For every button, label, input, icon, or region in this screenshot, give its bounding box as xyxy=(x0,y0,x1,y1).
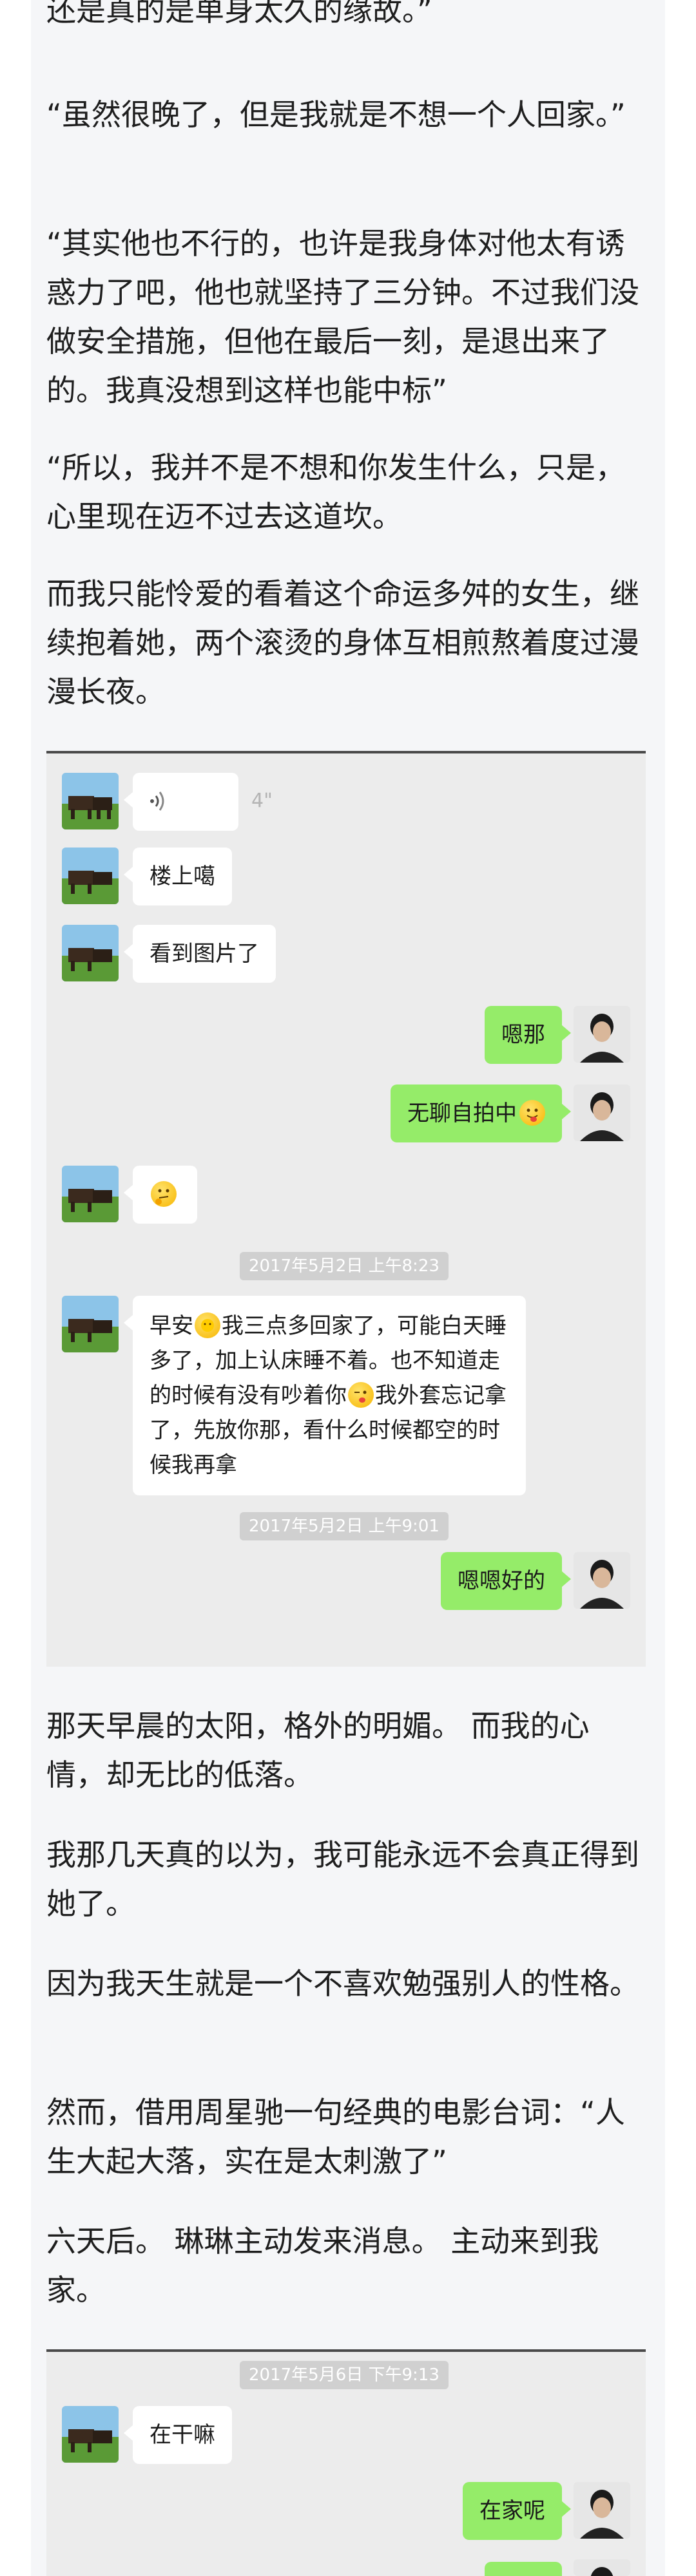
paragraph: “其实他也不行的，也许是我身体对他太有诱惑力了吧，他也就坚持了三分钟。不过我们没… xyxy=(46,226,639,408)
message-bubble-incoming[interactable]: 楼上噶 xyxy=(124,848,232,905)
voice-wave-icon xyxy=(150,791,164,811)
voice-duration: 4" xyxy=(251,790,273,812)
avatar-female[interactable] xyxy=(62,925,119,981)
landscape-avatar-icon xyxy=(62,925,119,981)
thinking-face-emoji xyxy=(151,1181,177,1207)
paragraph: “虽然很晚了，但是我就是不想一个人回家。” xyxy=(46,97,626,132)
message-bubble-outgoing[interactable]: 嗯嗯好的 xyxy=(441,1552,571,1610)
person-avatar-icon xyxy=(574,1552,630,1609)
landscape-avatar-icon xyxy=(62,773,119,829)
paragraph: 那天早晨的太阳，格外的明媚。 而我的心情，却无比的低落。 xyxy=(46,1709,590,1792)
avatar-male[interactable] xyxy=(574,2482,630,2539)
tongue-face-emoji xyxy=(519,1100,545,1126)
avatar-male[interactable] xyxy=(574,1552,630,1609)
avatar-female[interactable] xyxy=(62,848,119,904)
paragraph: 而我只能怜爱的看着这个命运多舛的女生，继续抱着她，两个滚烫的身体互相煎熬着度过漫… xyxy=(46,576,639,709)
paragraph: 我那几天真的以为，我可能永远不会真正得到她了。 xyxy=(46,1837,639,1921)
landscape-avatar-icon xyxy=(62,1296,119,1352)
paragraph: 还是真的是单身太久的缘故。” xyxy=(46,0,432,28)
chat-top-divider xyxy=(46,2349,646,2352)
person-avatar-icon xyxy=(574,1084,630,1141)
chat-screenshot: 4" 楼上噶 看到图片了 嗯那 无聊自拍中 2017年5月2日 上午8:23 早… xyxy=(46,751,646,1667)
message-text: 早安 xyxy=(150,1313,193,1339)
avatar-female[interactable] xyxy=(62,2406,119,2463)
message-bubble-incoming-long[interactable]: 早安 我三点多回家了，可能白天睡多了，加上认床睡不着。也不知道走的时候有没有吵着你… xyxy=(124,1296,526,1495)
person-avatar-icon xyxy=(574,2559,630,2576)
paragraph: 六天后。 琳琳主动发来消息。 主动来到我家。 xyxy=(46,2224,599,2307)
paragraph: 然而，借用周星驰一句经典的电影台词：“人生大起大落，实在是太刺激了” xyxy=(46,2095,625,2179)
message-bubble-outgoing[interactable]: 无聊自拍中 xyxy=(391,1084,571,1142)
chat-timestamp: 2017年5月2日 上午9:01 xyxy=(240,1512,449,1540)
message-bubble-outgoing[interactable]: 在家呢 xyxy=(463,2482,571,2540)
chat-timestamp: 2017年5月2日 上午8:23 xyxy=(240,1252,449,1280)
message-bubble-outgoing-partial[interactable] xyxy=(485,2562,562,2576)
sun-emoji xyxy=(195,1312,220,1338)
article-page: 还是真的是单身太久的缘故。” “虽然很晚了，但是我就是不想一个人回家。” “其实… xyxy=(0,0,696,2576)
message-bubble-incoming[interactable]: 看到图片了 xyxy=(124,925,276,983)
message-bubble-incoming[interactable]: 在干嘛 xyxy=(124,2406,232,2464)
avatar-female[interactable] xyxy=(62,1166,119,1222)
avatar-male[interactable] xyxy=(574,1006,630,1063)
wink-emoji xyxy=(348,1382,374,1408)
landscape-avatar-icon xyxy=(62,2406,119,2463)
chat-screenshot: 2017年5月6日 下午9:13 在干嘛 在家呢 xyxy=(46,2349,646,2576)
avatar-female[interactable] xyxy=(62,1296,119,1352)
avatar-male[interactable] xyxy=(574,2559,630,2576)
chat-top-divider xyxy=(46,751,646,753)
emoji-message-bubble[interactable] xyxy=(124,1166,197,1224)
voice-message-bubble[interactable] xyxy=(124,773,238,831)
avatar-male[interactable] xyxy=(574,1084,630,1141)
chat-timestamp: 2017年5月6日 下午9:13 xyxy=(240,2361,449,2389)
paragraph: “所以，我并不是不想和你发生什么，只是，心里现在迈不过去这道坎。 xyxy=(46,450,625,534)
landscape-avatar-icon xyxy=(62,848,119,904)
paragraph: 因为我天生就是一个不喜欢勉强别人的性格。 xyxy=(46,1966,639,2001)
person-avatar-icon xyxy=(574,1006,630,1063)
avatar-female[interactable] xyxy=(62,773,119,829)
message-bubble-outgoing[interactable]: 嗯那 xyxy=(485,1006,571,1064)
landscape-avatar-icon xyxy=(62,1166,119,1222)
message-text: 无聊自拍中 xyxy=(407,1101,517,1126)
person-avatar-icon xyxy=(574,2482,630,2539)
